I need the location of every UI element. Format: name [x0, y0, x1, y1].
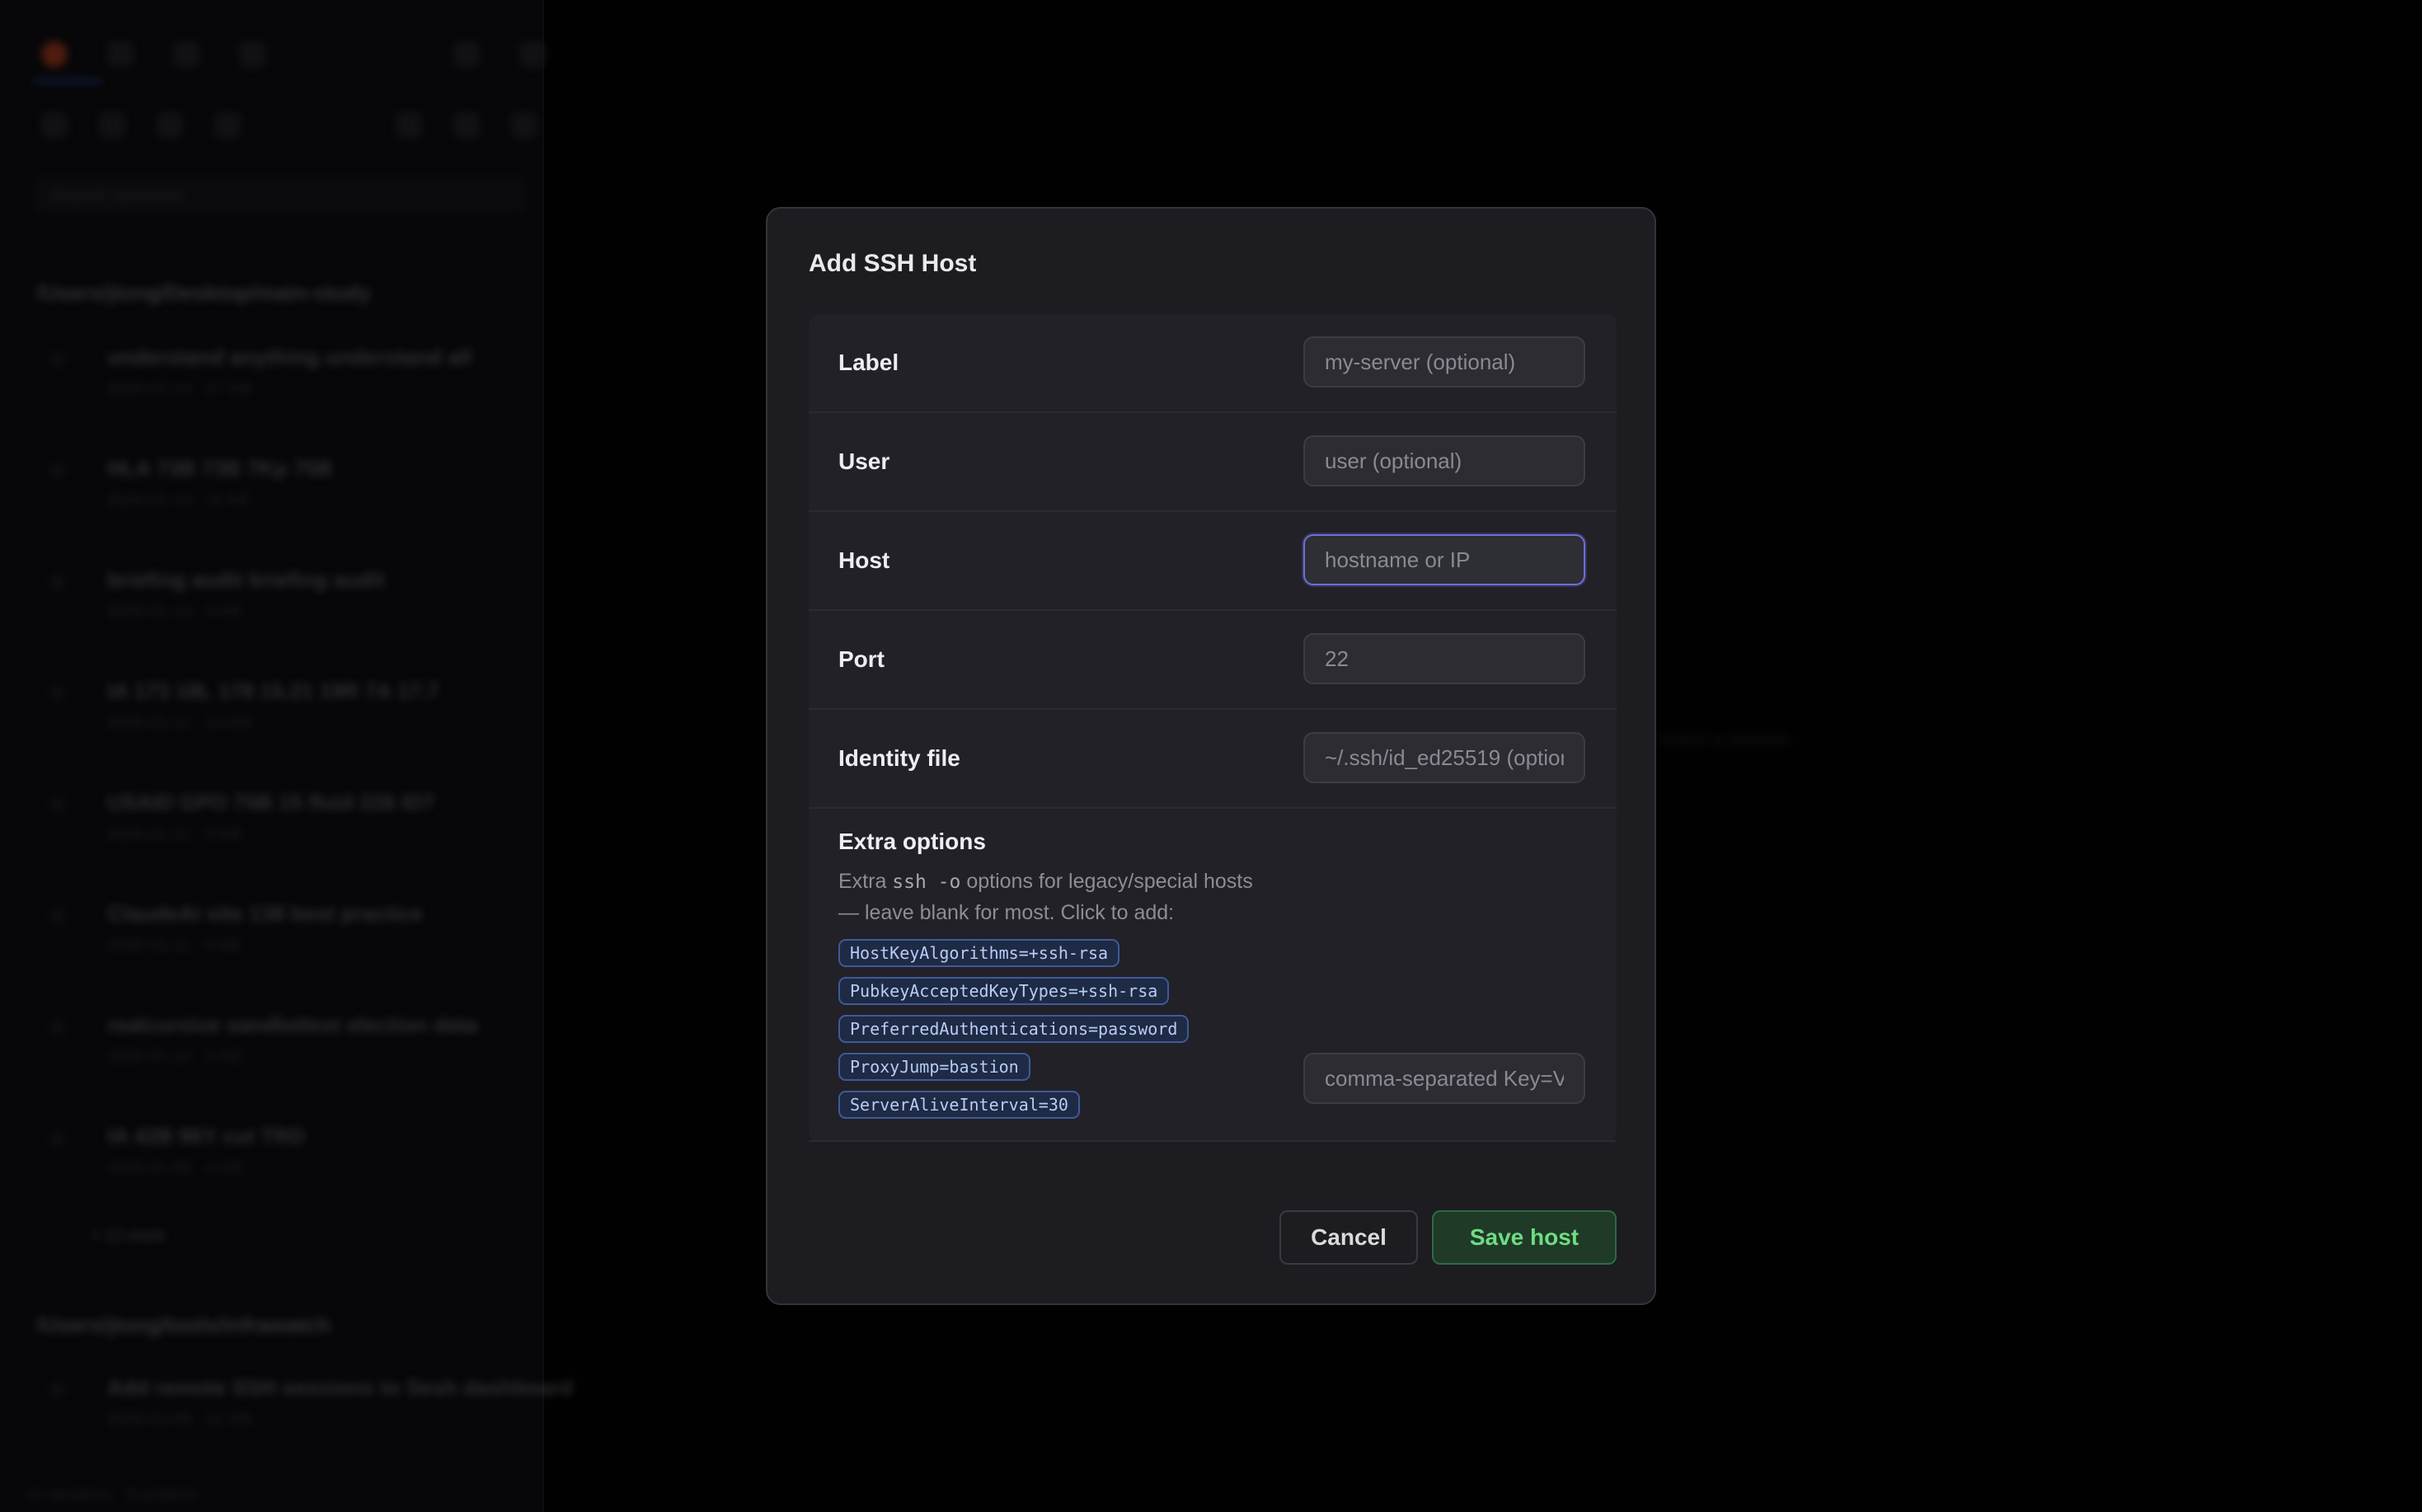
user-input[interactable] [1303, 435, 1585, 486]
port-input[interactable] [1303, 633, 1585, 684]
extra-options-input[interactable] [1303, 1053, 1585, 1104]
host-input[interactable] [1303, 534, 1585, 585]
identity-file-field-label: Identity file [838, 745, 960, 771]
add-ssh-host-dialog: Add SSH Host Label User Host Port Identi… [766, 207, 1656, 1305]
host-form: Label User Host Port Identity file Extra… [809, 314, 1617, 1142]
form-row-user: User [809, 413, 1617, 512]
option-chip-pubkeyacceptedkeytypes[interactable]: PubkeyAcceptedKeyTypes=+ssh-rsa [838, 977, 1170, 1005]
form-row-identity-file: Identity file [809, 710, 1617, 809]
option-chip-hostkeyalgorithms[interactable]: HostKeyAlgorithms=+ssh-rsa [838, 939, 1120, 967]
extra-options-title: Extra options [838, 829, 986, 854]
extra-desc-code: ssh -o [892, 871, 961, 893]
identity-file-input[interactable] [1303, 732, 1585, 783]
option-chip-proxyjump[interactable]: ProxyJump=bastion [838, 1053, 1030, 1081]
dialog-title: Add SSH Host [809, 250, 977, 277]
option-chip-preferredauthentications[interactable]: PreferredAuthentications=password [838, 1015, 1190, 1043]
option-chip-serveraliveinterval[interactable]: ServerAliveInterval=30 [838, 1091, 1080, 1119]
save-host-button[interactable]: Save host [1432, 1210, 1617, 1265]
form-row-host: Host [809, 512, 1617, 611]
label-input[interactable] [1303, 336, 1585, 387]
cancel-button[interactable]: Cancel [1279, 1210, 1418, 1265]
form-row-extra-options: Extra options Extra ssh -o options for l… [809, 809, 1617, 1142]
form-row-port: Port [809, 611, 1617, 710]
host-field-label: Host [838, 547, 890, 573]
label-field-label: Label [838, 350, 899, 375]
port-field-label: Port [838, 646, 885, 672]
extra-options-description: Extra ssh -o options for legacy/special … [838, 866, 1267, 928]
user-field-label: User [838, 448, 890, 474]
form-row-label: Label [809, 314, 1617, 413]
extra-desc-prefix: Extra [838, 870, 893, 893]
